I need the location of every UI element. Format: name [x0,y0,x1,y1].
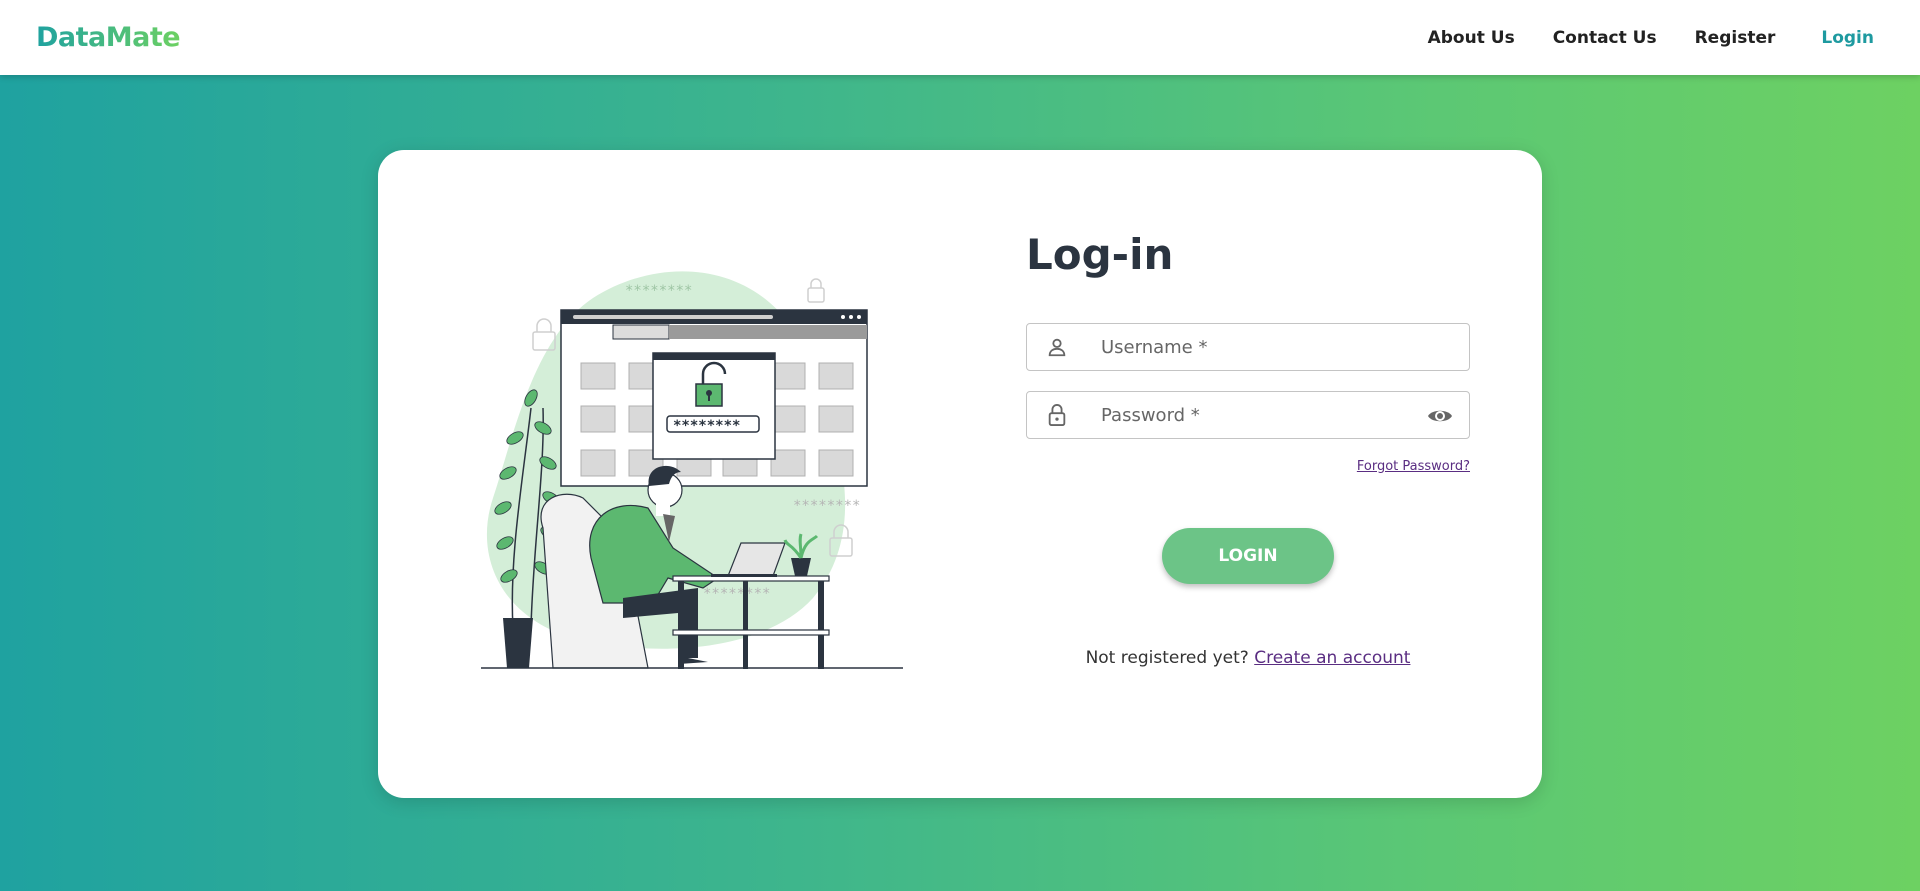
lock-icon [1045,403,1069,427]
login-form: Log-in Forgot Password? LOGIN Not regist… [1026,230,1470,668]
password-field[interactable] [1026,391,1470,439]
register-prompt: Not registered yet? Create an account [1026,648,1470,668]
page-title: Log-in [1026,230,1174,279]
login-illustration: ******** ******** ******** ******** [481,271,903,669]
username-input[interactable] [1101,336,1401,358]
login-card: ******** ******** ******** ******** Log-… [378,150,1542,798]
datamate-logo[interactable]: DataMate [36,22,181,53]
show-password-eye-icon[interactable] [1427,404,1453,428]
nav-about-us[interactable]: About Us [1428,28,1515,48]
decor-asterisks-bottom: ******** [703,586,770,602]
nav-login[interactable]: Login [1821,28,1874,48]
username-field[interactable] [1026,323,1470,371]
nav-contact-us[interactable]: Contact Us [1553,28,1657,48]
masked-password-text: ******** [673,418,740,434]
register-prompt-text: Not registered yet? [1085,648,1249,668]
decor-asterisks-right: ******** [793,498,860,514]
forgot-password-link[interactable]: Forgot Password? [1026,459,1470,474]
create-account-link[interactable]: Create an account [1254,648,1410,668]
nav-register[interactable]: Register [1695,28,1776,48]
decor-asterisks: ******** [625,283,692,299]
password-input[interactable] [1101,404,1401,426]
login-button[interactable]: LOGIN [1162,528,1334,584]
user-icon [1045,335,1069,359]
main-nav: About Us Contact Us Register Login [1428,28,1874,48]
top-navbar: DataMate About Us Contact Us Register Lo… [0,0,1920,75]
